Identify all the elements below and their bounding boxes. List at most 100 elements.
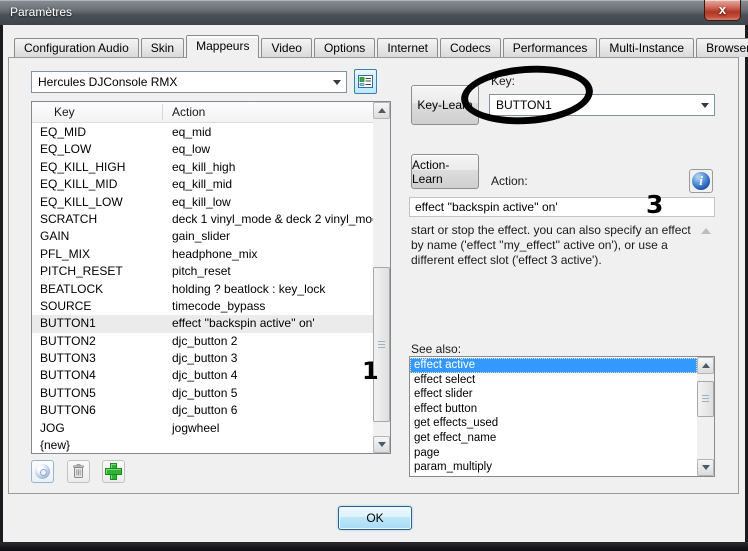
grip-icon	[702, 395, 709, 403]
table-row[interactable]: SOURCEtimecode_bypass	[32, 298, 373, 315]
table-row[interactable]: EQ_LOWeq_low	[32, 141, 373, 158]
action-cell	[164, 437, 373, 454]
list-item[interactable]: param_multiply	[410, 460, 697, 475]
list-item[interactable]: effect slider	[410, 387, 697, 402]
column-header-action[interactable]: Action	[172, 105, 205, 119]
tab-skin[interactable]: Skin	[141, 38, 184, 57]
key-label: Key:	[491, 74, 515, 88]
action-learn-button[interactable]: Action-Learn	[411, 154, 479, 189]
key-cell: JOG	[32, 420, 164, 437]
list-item[interactable]: get effect_name	[410, 431, 697, 446]
table-row[interactable]: JOGjogwheel	[32, 420, 373, 437]
list-item[interactable]: page	[410, 446, 697, 461]
info-icon: i	[692, 172, 710, 190]
key-cell: BEATLOCK	[32, 281, 164, 298]
add-mapping-button[interactable]	[102, 460, 125, 483]
delete-mapping-button[interactable]	[67, 460, 90, 483]
key-cell: SOURCE	[32, 298, 164, 315]
list-item[interactable]: effect button	[410, 402, 697, 417]
ok-button[interactable]: OK	[338, 506, 412, 530]
table-row[interactable]: BUTTON3djc_button 3	[32, 350, 373, 367]
close-icon: x	[719, 2, 726, 17]
action-cell: djc_button 4	[164, 367, 373, 384]
scroll-down-button[interactable]	[697, 459, 714, 476]
table-row[interactable]: PFL_MIXheadphone_mix	[32, 246, 373, 263]
key-learn-button[interactable]: Key-Learn	[411, 85, 479, 125]
tab-options[interactable]: Options	[314, 38, 375, 57]
chevron-down-icon	[333, 80, 341, 85]
table-row[interactable]: EQ_KILL_MIDeq_kill_mid	[32, 176, 373, 193]
tab-performances[interactable]: Performances	[503, 38, 598, 57]
info-button[interactable]: i	[689, 169, 713, 193]
column-header-key[interactable]: Key	[54, 105, 75, 119]
list-item[interactable]: effect active	[410, 358, 697, 373]
action-cell: eq_kill_mid	[164, 176, 373, 193]
column-divider[interactable]	[162, 104, 163, 120]
plus-icon	[106, 464, 121, 479]
window-border-bottom	[0, 542, 748, 551]
titlebar[interactable]: Paramètres x	[0, 0, 748, 25]
device-combobox[interactable]: Hercules DJConsole RMX	[31, 71, 347, 93]
key-combobox[interactable]: BUTTON1	[489, 94, 715, 116]
table-row[interactable]: BUTTON5djc_button 5	[32, 385, 373, 402]
action-cell: eq_mid	[164, 124, 373, 141]
grip-icon	[378, 341, 385, 349]
key-cell: PFL_MIX	[32, 246, 164, 263]
action-cell: djc_button 5	[164, 385, 373, 402]
tab-browser[interactable]: Browser	[696, 38, 748, 57]
mapping-list-scrollbar[interactable]	[373, 102, 390, 453]
table-row[interactable]: EQ_KILL_HIGHeq_kill_high	[32, 159, 373, 176]
scroll-down-button[interactable]	[373, 436, 390, 453]
arrow-up-icon	[701, 228, 711, 234]
tab-codecs[interactable]: Codecs	[440, 38, 501, 57]
list-item[interactable]: video_fx	[410, 475, 697, 476]
action-cell: timecode_bypass	[164, 298, 373, 315]
table-row[interactable]: BUTTON4djc_button 4	[32, 367, 373, 384]
table-row[interactable]: PITCH_RESETpitch_reset	[32, 263, 373, 280]
tab-mappeurs[interactable]: Mappeurs	[186, 35, 259, 58]
action-cell: djc_button 6	[164, 402, 373, 419]
table-row[interactable]: BUTTON2djc_button 2	[32, 333, 373, 350]
table-row[interactable]: BUTTON1effect ''backspin active'' on'	[32, 315, 373, 332]
action-help-text: start or stop the effect. you can also s…	[411, 223, 699, 268]
table-row[interactable]: EQ_KILL_LOWeq_kill_low	[32, 194, 373, 211]
window-title: Paramètres	[10, 5, 72, 19]
key-cell: BUTTON2	[32, 333, 164, 350]
key-cell: BUTTON4	[32, 367, 164, 384]
action-cell: djc_button 2	[164, 333, 373, 350]
table-row[interactable]: BUTTON6djc_button 6	[32, 402, 373, 419]
tab-configuration-audio[interactable]: Configuration Audio	[14, 38, 139, 57]
tab-video[interactable]: Video	[261, 38, 311, 57]
table-row[interactable]: BEATLOCKholding ? beatlock : key_lock	[32, 281, 373, 298]
arrow-down-icon	[702, 465, 710, 470]
window-border-left	[0, 25, 3, 551]
table-row[interactable]: SCRATCHdeck 1 vinyl_mode & deck 2 vinyl_…	[32, 211, 373, 228]
table-row[interactable]: GAINgain_slider	[32, 228, 373, 245]
key-cell: BUTTON1	[32, 315, 164, 332]
list-item[interactable]: get effects_used	[410, 416, 697, 431]
table-row[interactable]: EQ_MIDeq_mid	[32, 124, 373, 141]
action-cell: holding ? beatlock : key_lock	[164, 281, 373, 298]
scrollbar-thumb[interactable]	[373, 267, 390, 422]
see-also-scrollbar[interactable]	[697, 357, 714, 476]
table-row[interactable]: {new}	[32, 437, 373, 454]
key-cell: BUTTON3	[32, 350, 164, 367]
list-item[interactable]: effect select	[410, 373, 697, 388]
tab-bar: Configuration AudioSkinMappeursVideoOpti…	[14, 35, 748, 58]
mapping-list-header[interactable]: Key Action	[32, 102, 373, 123]
mapper-editor-button[interactable]	[354, 69, 377, 94]
action-cell: eq_kill_low	[164, 194, 373, 211]
tab-multi-instance[interactable]: Multi-Instance	[599, 38, 694, 57]
action-cell: effect ''backspin active'' on'	[164, 315, 373, 332]
tab-internet[interactable]: Internet	[377, 38, 438, 57]
close-button[interactable]: x	[704, 0, 741, 21]
key-combobox-value: BUTTON1	[496, 98, 552, 112]
action-input[interactable]	[409, 197, 715, 217]
see-also-label: See also:	[411, 342, 461, 356]
key-cell: PITCH_RESET	[32, 263, 164, 280]
scroll-up-button[interactable]	[697, 357, 714, 374]
reset-mapping-button[interactable]	[31, 460, 54, 483]
scroll-up-button[interactable]	[373, 102, 390, 119]
action-cell: eq_low	[164, 141, 373, 158]
scrollbar-thumb[interactable]	[697, 381, 714, 417]
